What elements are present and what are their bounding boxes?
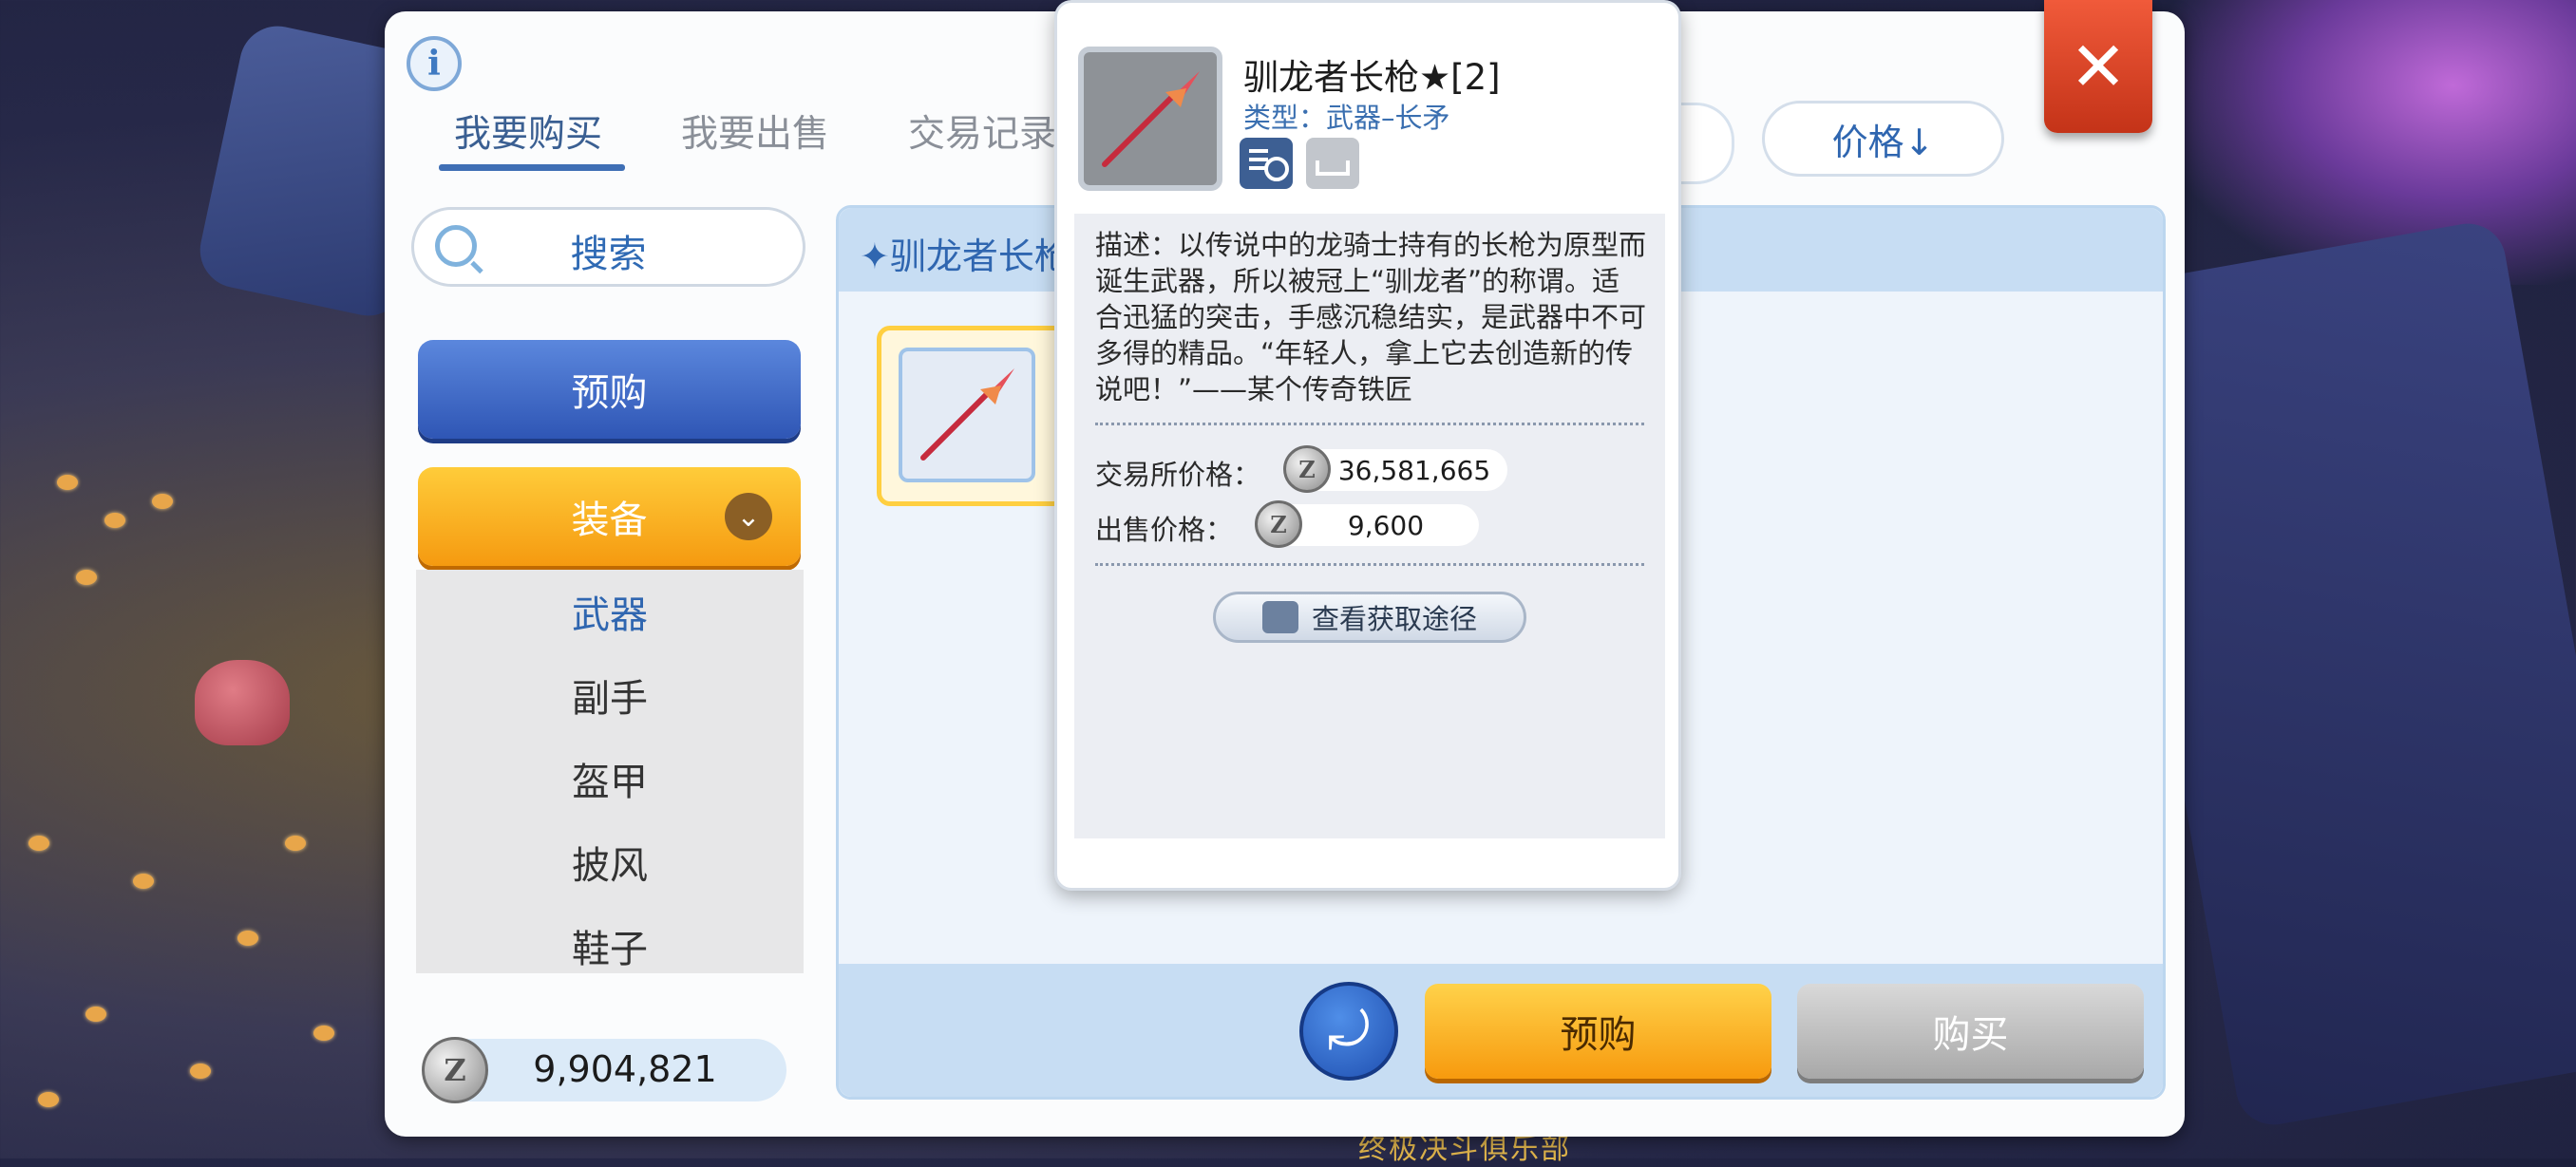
subcategory-weapon[interactable]: 武器: [416, 570, 804, 653]
sidebar-prebuy-button[interactable]: 预购: [418, 340, 801, 439]
item-type-value: 武器–长矛: [1326, 102, 1450, 134]
background-coin: [190, 1063, 211, 1079]
spear-icon: [920, 368, 1014, 461]
subcategory-shoes[interactable]: 鞋子: [416, 904, 804, 973]
item-card-icon-frame: [899, 348, 1035, 482]
tab-sell[interactable]: 我要出售: [681, 104, 829, 158]
close-icon[interactable]: ✕: [2044, 0, 2152, 133]
item-tooltip-body: 描述：以传说中的龙骑士持有的长枪为原型而诞生武器，所以被冠上“驯龙者”的称谓。适…: [1074, 214, 1665, 838]
zeny-coin-icon: Z: [1255, 500, 1302, 548]
background-coin: [285, 836, 306, 851]
category-label: 装备: [571, 499, 648, 542]
spear-icon: [1102, 71, 1200, 167]
search-label: 搜索: [570, 233, 647, 276]
tab-buy[interactable]: 我要购买: [454, 104, 602, 158]
item-tooltip: 驯龙者长枪★[2] 类型：武器–长矛 描述：以传说中的龙骑士持有的长枪为原型而诞…: [1054, 0, 1681, 891]
tab-history[interactable]: 交易记录: [908, 104, 1056, 158]
prebuy-button[interactable]: 预购: [1425, 984, 1771, 1079]
background-coin: [133, 874, 154, 889]
tray-icon[interactable]: [1306, 138, 1359, 189]
subcategory-armor[interactable]: 盔甲: [416, 737, 804, 820]
balance-value: 9,904,821: [533, 1048, 717, 1090]
sell-price-label: 出售价格：: [1095, 514, 1234, 546]
background-coin: [313, 1026, 334, 1041]
view-source-label: 查看获取途径: [1311, 603, 1477, 635]
item-name: 驯龙者长枪★[2]: [1243, 57, 1501, 98]
subcategory-cloak[interactable]: 披风: [416, 820, 804, 904]
divider: [1095, 423, 1644, 425]
item-details-icon[interactable]: [1240, 138, 1293, 189]
background-creature: [195, 660, 290, 745]
source-search-icon: [1261, 601, 1298, 633]
sell-price-value: 9,600: [1347, 510, 1425, 541]
background-coin: [237, 931, 258, 946]
background-coin: [152, 494, 173, 509]
back-arrow-icon[interactable]: ⤾: [1299, 982, 1398, 1081]
search-button[interactable]: 搜索: [411, 207, 805, 287]
divider: [1095, 563, 1644, 566]
background-coin: [28, 836, 49, 851]
background-coin: [38, 1092, 59, 1107]
background-coin: [85, 1007, 106, 1022]
category-equipment-button[interactable]: 装备 ⌄: [418, 467, 801, 566]
active-tab-indicator: [439, 164, 625, 171]
subcategory-offhand[interactable]: 副手: [416, 653, 804, 737]
item-description: 描述：以传说中的龙骑士持有的长枪为原型而诞生武器，所以被冠上“驯龙者”的称谓。适…: [1095, 229, 1647, 405]
exchange-price-value: 36,581,665: [1337, 455, 1491, 486]
exchange-price-pill: Z 36,581,665: [1283, 445, 1507, 493]
exchange-price-label: 交易所价格：: [1095, 459, 1261, 491]
view-source-button[interactable]: 查看获取途径: [1213, 592, 1526, 643]
item-icon-frame: [1078, 47, 1222, 191]
info-icon[interactable]: i: [407, 36, 462, 91]
zeny-coin-icon: Z: [1283, 445, 1331, 493]
background-coin: [76, 570, 97, 585]
sell-price-pill: Z 9,600: [1255, 500, 1479, 548]
background-coin: [57, 475, 78, 490]
subcategory-list: 武器 副手 盔甲 披风 鞋子: [416, 570, 804, 973]
background-coin: [104, 513, 125, 528]
buy-button[interactable]: 购买: [1797, 984, 2144, 1079]
zeny-balance: Z 9,904,821: [422, 1037, 786, 1103]
item-list-title: ✦驯龙者长枪: [860, 235, 1070, 277]
item-card-selected[interactable]: [877, 326, 1067, 506]
item-type: 类型：武器–长矛: [1243, 96, 1450, 136]
sort-price-button[interactable]: 价格↓: [1762, 101, 2004, 177]
item-type-label: 类型：: [1243, 102, 1327, 134]
chevron-down-icon: ⌄: [725, 493, 772, 540]
